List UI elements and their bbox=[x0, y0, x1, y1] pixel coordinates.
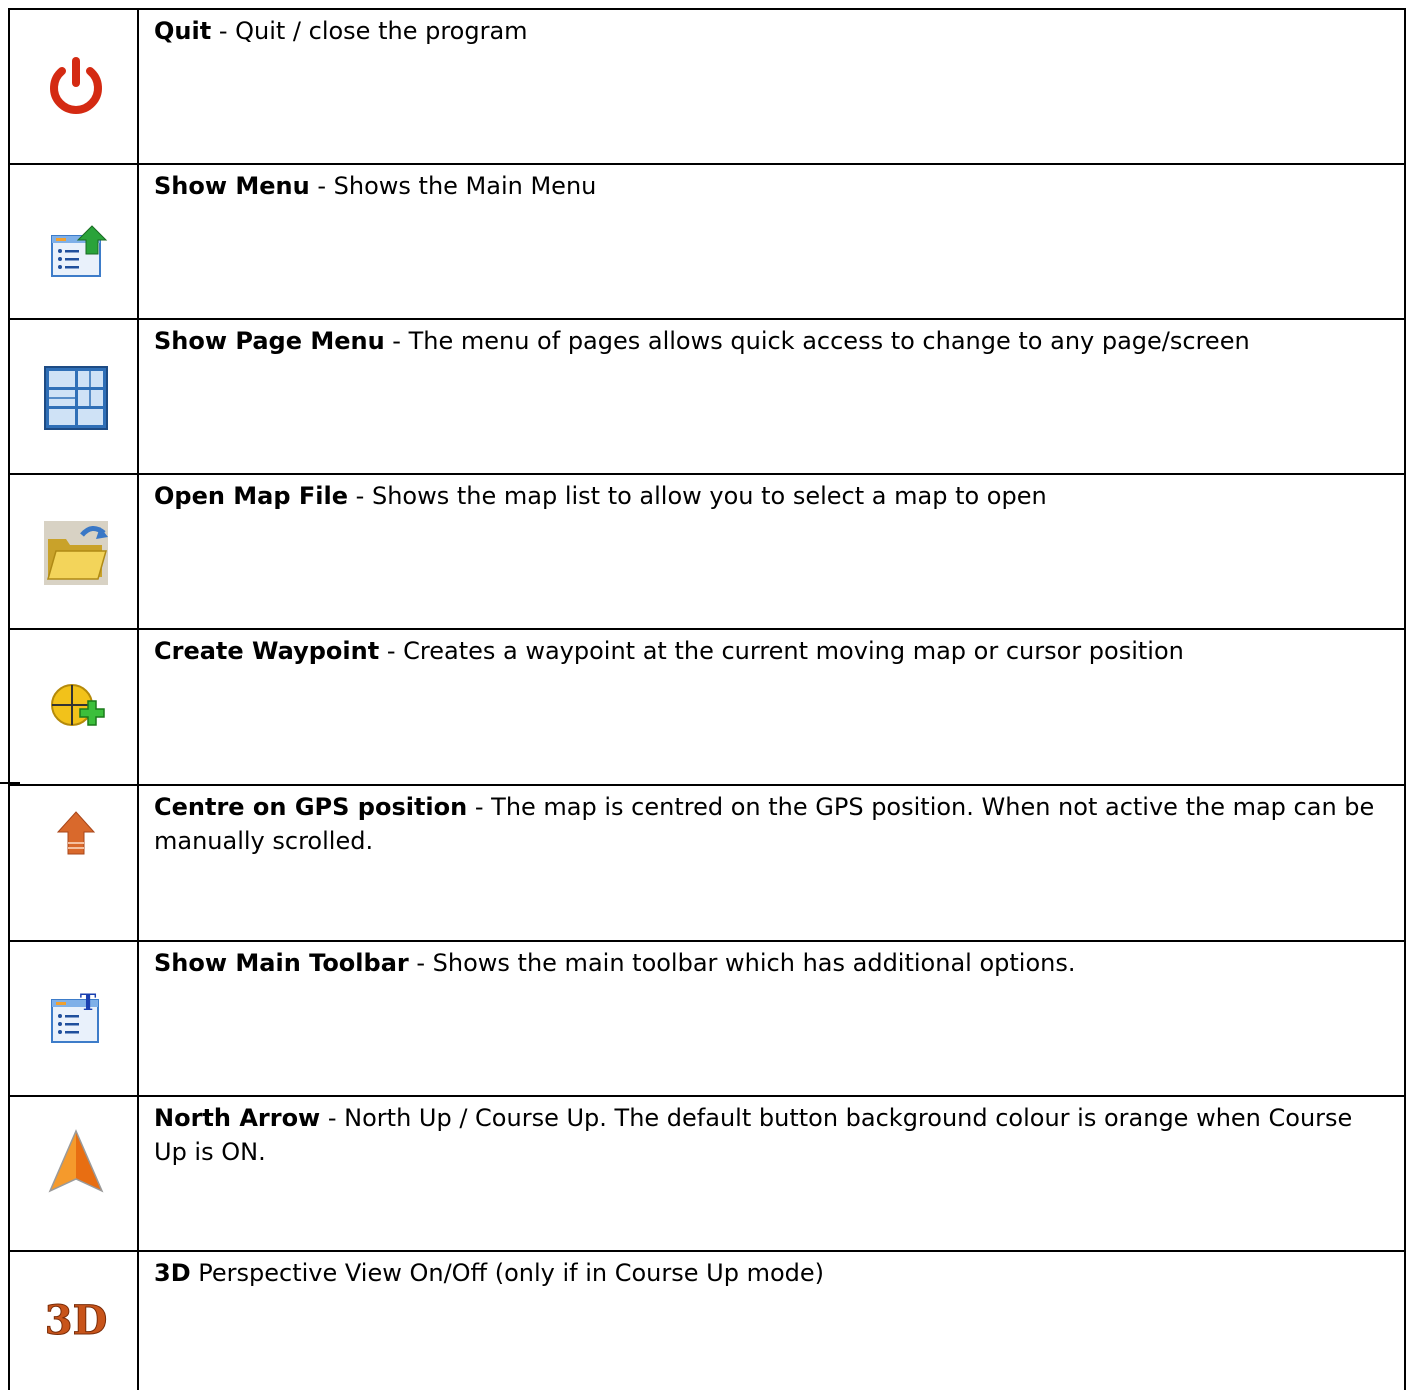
table-row-show-main-toolbar: T Show Main Toolbar - Shows the main too… bbox=[8, 940, 1406, 1095]
description-cell: Show Page Menu - The menu of pages allow… bbox=[139, 320, 1406, 473]
description-cell: Create Waypoint - Creates a waypoint at … bbox=[139, 630, 1406, 784]
description-cell: Show Menu - Shows the Main Menu bbox=[139, 165, 1406, 318]
svg-text:3D: 3D bbox=[45, 1297, 108, 1344]
table-divider bbox=[0, 782, 20, 784]
table-row-show-menu: Show Menu - Shows the Main Menu bbox=[8, 163, 1406, 318]
power-icon bbox=[42, 53, 110, 121]
icon-cell bbox=[8, 786, 139, 940]
icon-cell bbox=[8, 475, 139, 628]
icon-cell: 3D bbox=[8, 1252, 139, 1390]
description-cell: Centre on GPS position - The map is cent… bbox=[139, 786, 1406, 940]
item-title: North Arrow bbox=[154, 1104, 321, 1132]
item-title: Open Map File bbox=[154, 482, 349, 510]
centre-gps-arrow-icon bbox=[42, 798, 110, 866]
icon-cell: T bbox=[8, 942, 139, 1095]
show-menu-icon bbox=[42, 220, 110, 288]
toolbar-button-table: Quit - Quit / close the program Show Men… bbox=[0, 8, 1406, 1390]
icon-cell bbox=[8, 320, 139, 473]
table-row-north-arrow: North Arrow - North Up / Course Up. The … bbox=[8, 1095, 1406, 1250]
table-row-create-waypoint: Create Waypoint - Creates a waypoint at … bbox=[8, 628, 1406, 784]
description-cell: North Arrow - North Up / Course Up. The … bbox=[139, 1097, 1406, 1250]
table-row-quit: Quit - Quit / close the program bbox=[8, 8, 1406, 163]
description-cell: Open Map File - Shows the map list to al… bbox=[139, 475, 1406, 628]
table-row-show-page-menu: Show Page Menu - The menu of pages allow… bbox=[8, 318, 1406, 473]
item-description: - Shows the map list to allow you to sel… bbox=[348, 482, 1047, 510]
icon-cell bbox=[8, 1097, 139, 1250]
icon-cell bbox=[8, 630, 139, 784]
icon-cell bbox=[8, 10, 139, 163]
item-description: - Shows the Main Menu bbox=[309, 172, 597, 200]
3d-view-icon: 3D bbox=[42, 1286, 110, 1354]
item-description: Perspective View On/Off (only if in Cour… bbox=[190, 1259, 824, 1287]
item-description: - Shows the main toolbar which has addit… bbox=[408, 949, 1076, 977]
icon-cell bbox=[8, 165, 139, 318]
item-description: - Creates a waypoint at the current movi… bbox=[379, 637, 1184, 665]
table-row-open-map-file: Open Map File - Shows the map list to al… bbox=[8, 473, 1406, 628]
main-toolbar-icon: T bbox=[42, 982, 110, 1050]
table-row-centre-gps: Centre on GPS position - The map is cent… bbox=[8, 784, 1406, 940]
description-cell: Show Main Toolbar - Shows the main toolb… bbox=[139, 942, 1406, 1095]
item-title: Show Menu bbox=[154, 172, 310, 200]
north-arrow-icon bbox=[42, 1127, 110, 1195]
description-cell: 3D Perspective View On/Off (only if in C… bbox=[139, 1252, 1406, 1390]
description-cell: Quit - Quit / close the program bbox=[139, 10, 1406, 163]
item-description: - North Up / Course Up. The default butt… bbox=[154, 1104, 1353, 1166]
table-row-3d: 3D 3D Perspective View On/Off (only if i… bbox=[8, 1250, 1406, 1390]
item-title: Show Page Menu bbox=[154, 327, 385, 355]
item-title: Centre on GPS position bbox=[154, 793, 468, 821]
open-folder-icon bbox=[42, 519, 110, 587]
item-title: Show Main Toolbar bbox=[154, 949, 409, 977]
page-menu-icon bbox=[42, 363, 110, 431]
item-description: - Quit / close the program bbox=[211, 17, 528, 45]
svg-text:T: T bbox=[80, 990, 97, 1016]
item-title: Create Waypoint bbox=[154, 637, 380, 665]
item-description: - The menu of pages allows quick access … bbox=[384, 327, 1250, 355]
item-title: Quit bbox=[154, 17, 212, 45]
item-title: 3D bbox=[154, 1259, 191, 1287]
create-waypoint-icon bbox=[42, 675, 110, 743]
